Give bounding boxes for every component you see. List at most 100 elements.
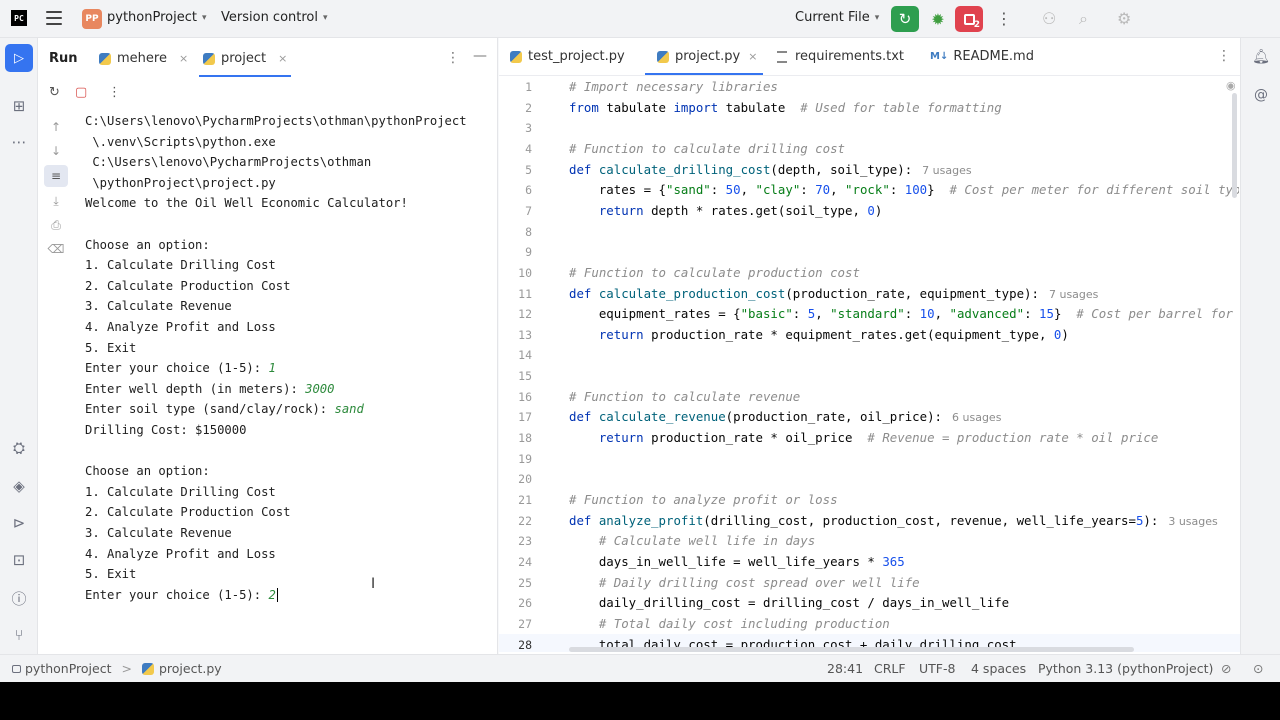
line-number[interactable]: 26 — [502, 594, 532, 612]
stop-icon[interactable]: ▢ — [75, 85, 87, 100]
main-menu-icon[interactable] — [46, 11, 62, 25]
line-number[interactable]: 6 — [502, 181, 532, 199]
code-with-me-icon[interactable]: ⚇ — [1042, 9, 1056, 28]
code-token: # Function to analyze profit or loss — [569, 492, 838, 507]
editor-tab-requirements[interactable]: requirements.txt — [777, 49, 904, 64]
code-token: 0 — [867, 202, 875, 218]
problems-icon[interactable]: ⓘ — [9, 588, 29, 608]
notifications-icon[interactable]: 🔔︎ — [1251, 47, 1271, 67]
console-output[interactable]: C:\Users\lenovo\PycharmProjects\othman \p… — [85, 110, 495, 650]
line-number[interactable]: 22 — [502, 512, 532, 530]
usages-hint[interactable]: 3 usages — [1168, 515, 1217, 528]
usages-hint[interactable]: 6 usages — [952, 411, 1001, 424]
line-number[interactable]: 15 — [502, 367, 532, 385]
run-tool-icon[interactable]: ▷ — [5, 44, 33, 72]
line-number[interactable]: 13 — [502, 326, 532, 344]
indent-setting[interactable]: 4 spaces — [971, 661, 1026, 676]
layers-icon[interactable]: ◈ — [9, 476, 29, 496]
reader-mode-icon[interactable]: ◉ — [1226, 79, 1236, 92]
close-icon[interactable]: × — [748, 50, 757, 63]
terminal-icon[interactable]: ⊡ — [9, 550, 29, 570]
scroll-down-icon[interactable]: ↓ — [49, 144, 63, 158]
more-tools-icon[interactable]: ⋯ — [9, 132, 29, 152]
line-number[interactable]: 28 — [502, 636, 532, 654]
breadcrumb-file[interactable]: project.py — [159, 661, 222, 676]
line-number[interactable]: 25 — [502, 574, 532, 592]
run-config-selector[interactable]: Current File ▾ — [795, 10, 879, 25]
python-packages-icon[interactable]: ⛭ — [9, 438, 29, 458]
settings-icon[interactable]: ⚙ — [1117, 9, 1131, 28]
services-icon[interactable]: ⊳ — [9, 513, 29, 533]
breadcrumb-project[interactable]: pythonProject — [25, 661, 112, 676]
lock-icon[interactable]: ⊘ — [1221, 661, 1231, 676]
line-number[interactable]: 16 — [502, 388, 532, 406]
horizontal-scrollbar[interactable] — [569, 647, 1134, 652]
python-interpreter[interactable]: Python 3.13 (pythonProject) — [1038, 661, 1213, 676]
line-number[interactable]: 3 — [502, 119, 532, 137]
ai-assistant-icon[interactable]: @ — [1251, 85, 1271, 105]
line-number[interactable]: 7 — [502, 202, 532, 220]
line-number[interactable]: 19 — [502, 450, 532, 468]
line-number[interactable]: 4 — [502, 140, 532, 158]
breadcrumb[interactable]: pythonProject > project.py — [12, 661, 222, 676]
run-tab-mehere[interactable]: mehere × — [99, 51, 188, 66]
vertical-scrollbar[interactable] — [1232, 93, 1237, 198]
rerun-icon[interactable]: ↻ — [49, 85, 60, 100]
code-area[interactable]: # Import necessary libraries from tabulat… — [569, 77, 1239, 654]
more-options-icon[interactable]: ⋮ — [446, 50, 460, 66]
console-line: C:\Users\lenovo\PycharmProjects\othman\p… — [85, 112, 467, 130]
markdown-file-icon: M↓ — [930, 51, 949, 62]
line-number[interactable]: 20 — [502, 470, 532, 488]
close-icon[interactable]: × — [278, 52, 287, 65]
console-line: Drilling Cost: $150000 — [85, 421, 246, 439]
editor-tab-readme[interactable]: M↓ README.md — [930, 49, 1034, 64]
run-tab-project[interactable]: project × — [203, 51, 287, 66]
line-number[interactable]: 27 — [502, 615, 532, 633]
cursor-position[interactable]: 28:41 — [827, 661, 863, 676]
line-number[interactable]: 14 — [502, 346, 532, 364]
line-number[interactable]: 10 — [502, 264, 532, 282]
line-number[interactable]: 11 — [502, 285, 532, 303]
line-separator[interactable]: CRLF — [874, 661, 906, 676]
close-icon[interactable]: × — [179, 52, 188, 65]
usages-hint[interactable]: 7 usages — [1049, 288, 1098, 301]
line-number[interactable]: 21 — [502, 491, 532, 509]
soft-wrap-icon[interactable]: ≡ — [44, 165, 68, 187]
file-encoding[interactable]: UTF-8 — [919, 661, 955, 676]
print-icon[interactable]: ⎙ — [49, 218, 63, 232]
line-number[interactable]: 5 — [502, 161, 532, 179]
line-number[interactable]: 18 — [502, 429, 532, 447]
stop-button[interactable]: 2 — [955, 6, 983, 32]
usages-hint[interactable]: 7 usages — [922, 164, 971, 177]
rerun-button[interactable]: ↻ — [891, 6, 919, 32]
search-icon[interactable]: ⌕ — [1079, 9, 1088, 29]
editor-tab-test-project[interactable]: test_project.py — [510, 49, 625, 64]
version-control-menu[interactable]: Version control ▾ — [221, 10, 328, 25]
code-token: 15 — [1039, 306, 1054, 322]
more-options-icon[interactable]: ⋮ — [108, 85, 121, 100]
git-status-icon[interactable]: ⊙ — [1253, 661, 1263, 676]
line-number[interactable]: 17 — [502, 408, 532, 426]
structure-icon[interactable]: ⊞ — [9, 96, 29, 116]
more-actions-icon[interactable]: ⋮ — [996, 9, 1012, 28]
scroll-to-end-icon[interactable]: ⤓ — [49, 194, 63, 208]
code-token: ) — [874, 202, 883, 218]
console-line-text: 2. Calculate Production Cost — [85, 505, 291, 520]
clear-icon[interactable]: ⌫ — [48, 242, 65, 256]
line-number[interactable]: 9 — [502, 243, 532, 261]
editor-tab-project[interactable]: project.py × — [657, 49, 757, 64]
line-number[interactable]: 2 — [502, 99, 532, 117]
git-icon[interactable]: ⑂ — [9, 625, 29, 645]
line-number[interactable]: 12 — [502, 305, 532, 323]
line-number[interactable]: 8 — [502, 223, 532, 241]
line-number[interactable]: 1 — [502, 78, 532, 96]
project-badge[interactable]: PP — [82, 9, 102, 29]
minimize-icon[interactable]: — — [473, 48, 487, 64]
line-number[interactable]: 23 — [502, 532, 532, 550]
line-number[interactable]: 24 — [502, 553, 532, 571]
project-selector[interactable]: pythonProject ▾ — [107, 10, 206, 25]
bug-icon: ✹ — [931, 9, 945, 29]
more-options-icon[interactable]: ⋮ — [1217, 48, 1231, 64]
debug-button[interactable]: ✹ — [928, 9, 948, 29]
scroll-up-icon[interactable]: ↑ — [49, 120, 63, 134]
